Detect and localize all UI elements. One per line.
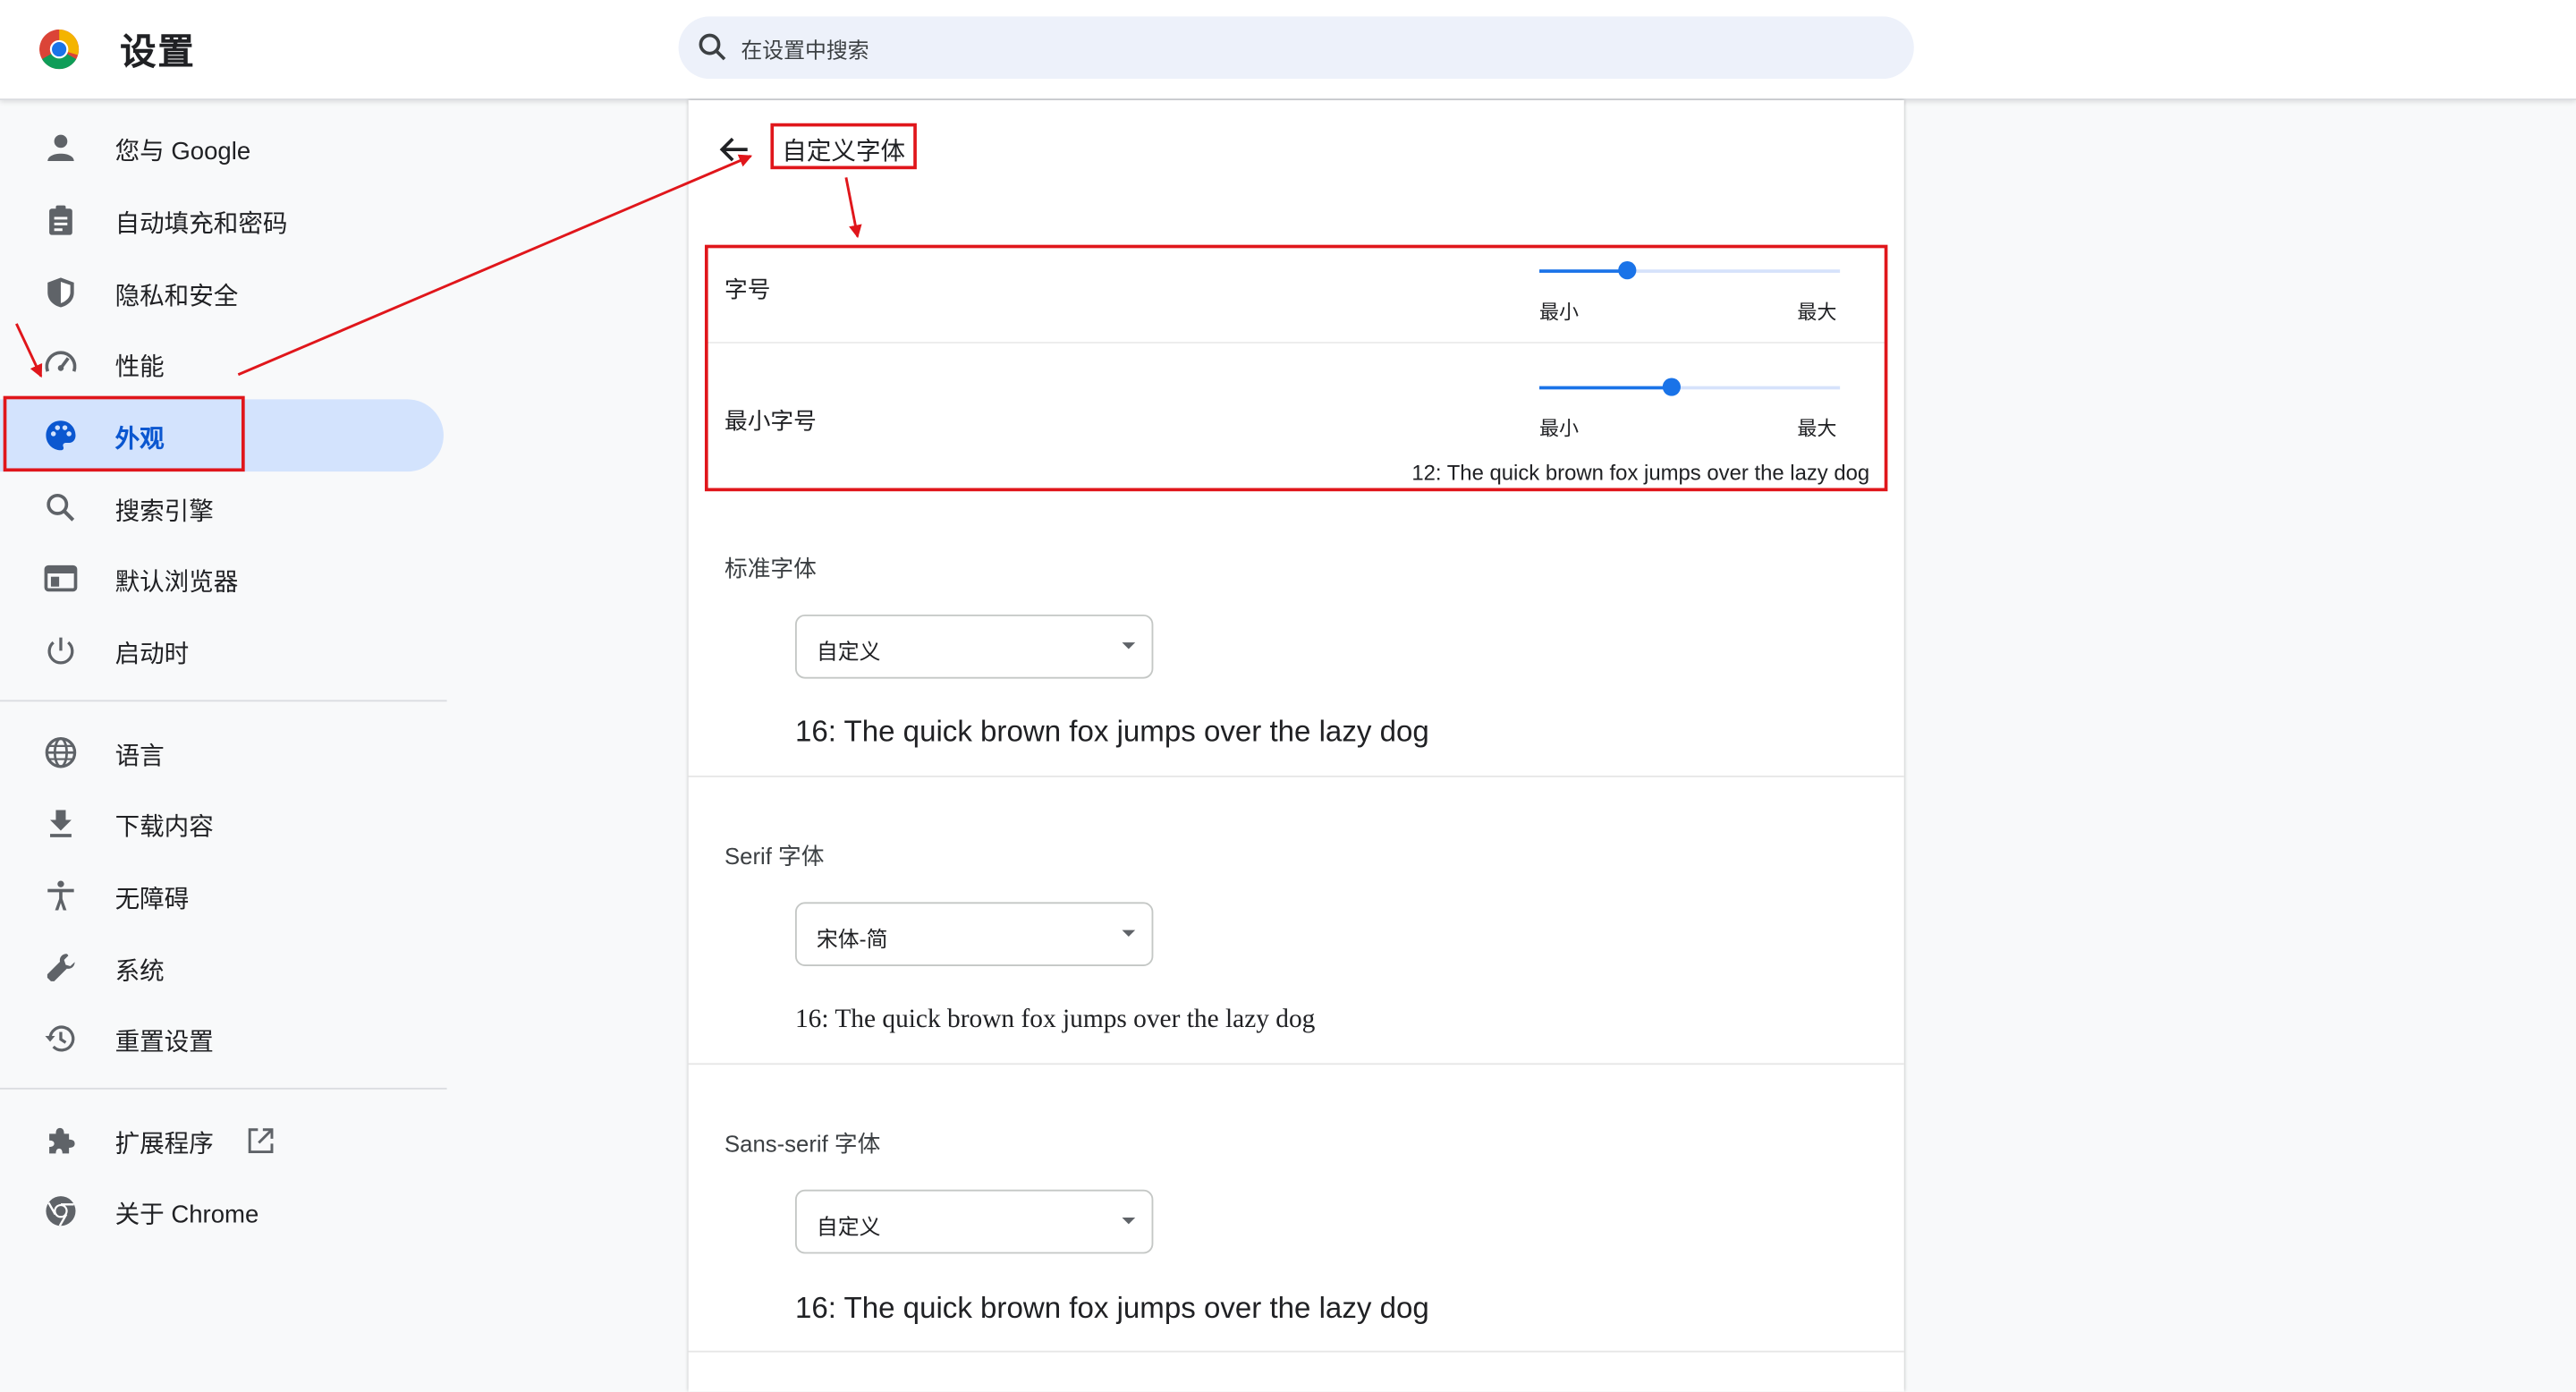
sidebar-divider (0, 1087, 447, 1090)
search-icon (47, 493, 75, 522)
caret-down-icon (1122, 642, 1136, 649)
section-divider (688, 775, 1904, 777)
back-arrow-icon[interactable] (716, 132, 752, 167)
sidebar-item-default-browser[interactable]: 默认浏览器 (0, 542, 444, 615)
sidebar-item-label: 语言 (114, 743, 165, 771)
standard-font-preview: 16: The quick brown fox jumps over the l… (794, 714, 1429, 748)
sidebar-item-performance[interactable]: 性能 (0, 327, 444, 400)
chrome-icon (46, 1196, 76, 1226)
standard-font-label: 标准字体 (724, 555, 817, 582)
sidebar-item-you-and-google[interactable]: 您与 Google (0, 112, 444, 184)
caret-down-icon (1122, 929, 1136, 937)
accessibility-icon (47, 880, 74, 911)
sidebar-item-languages[interactable]: 语言 (0, 717, 444, 789)
browser-window-icon (44, 564, 78, 592)
serif-font-preview: 16: The quick brown fox jumps over the l… (794, 1006, 1316, 1034)
sidebar-divider (0, 700, 447, 702)
sidebar-item-label: 重置设置 (114, 1028, 214, 1057)
sidebar-item-label: 性能 (114, 352, 165, 382)
sidebar-item-label: 自动填充和密码 (114, 210, 288, 239)
external-link-icon (248, 1128, 274, 1154)
section-divider (688, 1350, 1904, 1353)
sidebar-item-reset[interactable]: 重置设置 (0, 1002, 444, 1074)
sidebar-item-privacy[interactable]: 隐私和安全 (0, 257, 444, 329)
annotation-box-title (770, 123, 917, 170)
sidebar-item-on-startup[interactable]: 启动时 (0, 615, 444, 687)
sidebar-item-about-chrome[interactable]: 关于 Chrome (0, 1175, 444, 1247)
sans-serif-font-preview: 16: The quick brown fox jumps over the l… (794, 1291, 1429, 1325)
history-icon (45, 1025, 75, 1052)
settings-search[interactable] (678, 16, 1914, 82)
sidebar-item-label: 搜索引擎 (114, 497, 214, 526)
app-title: 设置 (120, 30, 196, 72)
sidebar-item-search-engine[interactable]: 搜索引擎 (0, 471, 444, 544)
serif-font-value: 宋体-简 (816, 926, 888, 952)
sidebar-nav: 您与 Google 自动填充和密码 隐私和安全 性能 外观 搜索引擎 默认浏览器… (0, 100, 447, 1392)
clipboard-icon (49, 205, 72, 235)
search-input[interactable] (737, 16, 1894, 82)
sans-serif-font-value: 自定义 (816, 1214, 881, 1239)
sidebar-item-label: 启动时 (114, 641, 190, 669)
sidebar-item-downloads[interactable]: 下载内容 (0, 787, 444, 860)
caret-down-icon (1122, 1218, 1136, 1225)
person-icon (47, 134, 74, 161)
sans-serif-font-select[interactable]: 自定义 (794, 1189, 1154, 1254)
globe-icon (45, 736, 77, 768)
annotation-box-font-size (704, 244, 1888, 492)
serif-font-label: Serif 字体 (724, 843, 825, 870)
shield-icon (47, 277, 74, 308)
sidebar-item-label: 扩展程序 (114, 1130, 214, 1159)
download-icon (50, 810, 72, 837)
sidebar-item-accessibility[interactable]: 无障碍 (0, 860, 444, 932)
speedometer-icon (45, 351, 77, 372)
sidebar-item-label: 系统 (114, 957, 165, 987)
sidebar-item-label: 隐私和安全 (114, 282, 239, 311)
sidebar-item-label: 关于 Chrome (114, 1201, 259, 1229)
search-icon (699, 33, 726, 61)
standard-font-value: 自定义 (816, 639, 881, 665)
puzzle-icon (49, 1127, 75, 1154)
sidebar-item-label: 无障碍 (114, 886, 190, 914)
top-bar: 设置 (0, 0, 2576, 101)
chrome-logo-icon (39, 30, 80, 70)
section-divider (688, 1063, 1904, 1065)
annotation-box-appearance (3, 395, 245, 472)
serif-font-select[interactable]: 宋体-简 (794, 902, 1154, 966)
power-icon (47, 637, 74, 665)
sans-serif-font-label: Sans-serif 字体 (724, 1130, 881, 1158)
sidebar-item-autofill[interactable]: 自动填充和密码 (0, 184, 444, 257)
sidebar-item-label: 默认浏览器 (114, 568, 239, 597)
sidebar-item-extensions[interactable]: 扩展程序 (0, 1104, 444, 1176)
standard-font-select[interactable]: 自定义 (794, 614, 1154, 679)
wrench-icon (47, 954, 75, 981)
sidebar-item-label: 您与 Google (114, 138, 251, 166)
sidebar-item-label: 下载内容 (114, 813, 214, 842)
sidebar-item-system[interactable]: 系统 (0, 931, 444, 1004)
